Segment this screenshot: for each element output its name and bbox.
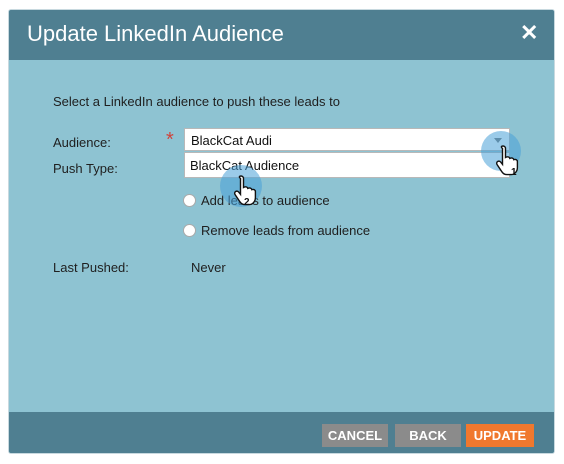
last-pushed-value: Never: [191, 260, 226, 275]
required-asterisk: *: [166, 129, 174, 151]
last-pushed-label: Last Pushed:: [53, 260, 129, 275]
push-type-label: Push Type:: [53, 161, 118, 176]
back-button[interactable]: BACK: [395, 424, 461, 447]
dialog-intro: Select a LinkedIn audience to push these…: [53, 94, 340, 109]
remove-leads-radio[interactable]: [183, 224, 196, 237]
audience-label: Audience:: [53, 135, 111, 150]
step-2-label: 2: [244, 197, 250, 208]
dialog-header: Update LinkedIn Audience ✕: [9, 10, 554, 60]
dialog-title: Update LinkedIn Audience: [27, 21, 284, 46]
add-leads-label[interactable]: Add leads to audience: [201, 193, 330, 208]
audience-select[interactable]: BlackCat Audi: [184, 128, 510, 151]
step-1-label: 1: [511, 167, 517, 178]
add-leads-radio[interactable]: [183, 194, 196, 207]
cancel-button[interactable]: CANCEL: [322, 424, 388, 447]
audience-select-value: BlackCat Audi: [191, 133, 272, 148]
update-linkedin-audience-dialog: Update LinkedIn Audience ✕ Select a Link…: [9, 10, 554, 453]
hand-cursor-icon: 2: [233, 175, 257, 208]
update-button[interactable]: UPDATE: [466, 424, 534, 447]
remove-leads-label[interactable]: Remove leads from audience: [201, 223, 370, 238]
hand-cursor-icon: 1: [495, 145, 519, 178]
dialog-footer: CANCEL BACK UPDATE: [9, 412, 554, 453]
close-icon[interactable]: ✕: [520, 22, 538, 44]
